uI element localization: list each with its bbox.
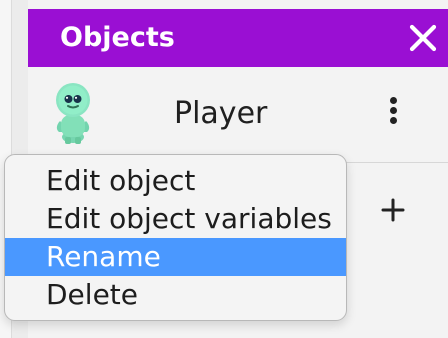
menu-item-rename[interactable]: Rename: [5, 238, 346, 276]
more-vertical-icon[interactable]: [384, 94, 402, 132]
alien-avatar-icon: [46, 81, 100, 147]
plus-icon[interactable]: [380, 197, 406, 223]
context-menu: Edit object Edit object variables Rename…: [4, 154, 347, 321]
menu-item-edit-object[interactable]: Edit object: [5, 162, 346, 200]
menu-item-delete[interactable]: Delete: [5, 276, 346, 314]
object-list-item[interactable]: Player: [28, 67, 448, 163]
panel-header: Objects: [28, 9, 448, 67]
menu-item-edit-object-variables[interactable]: Edit object variables: [5, 200, 346, 238]
close-icon[interactable]: [406, 21, 440, 55]
panel-title: Objects: [60, 22, 175, 53]
object-name: Player: [174, 96, 268, 131]
